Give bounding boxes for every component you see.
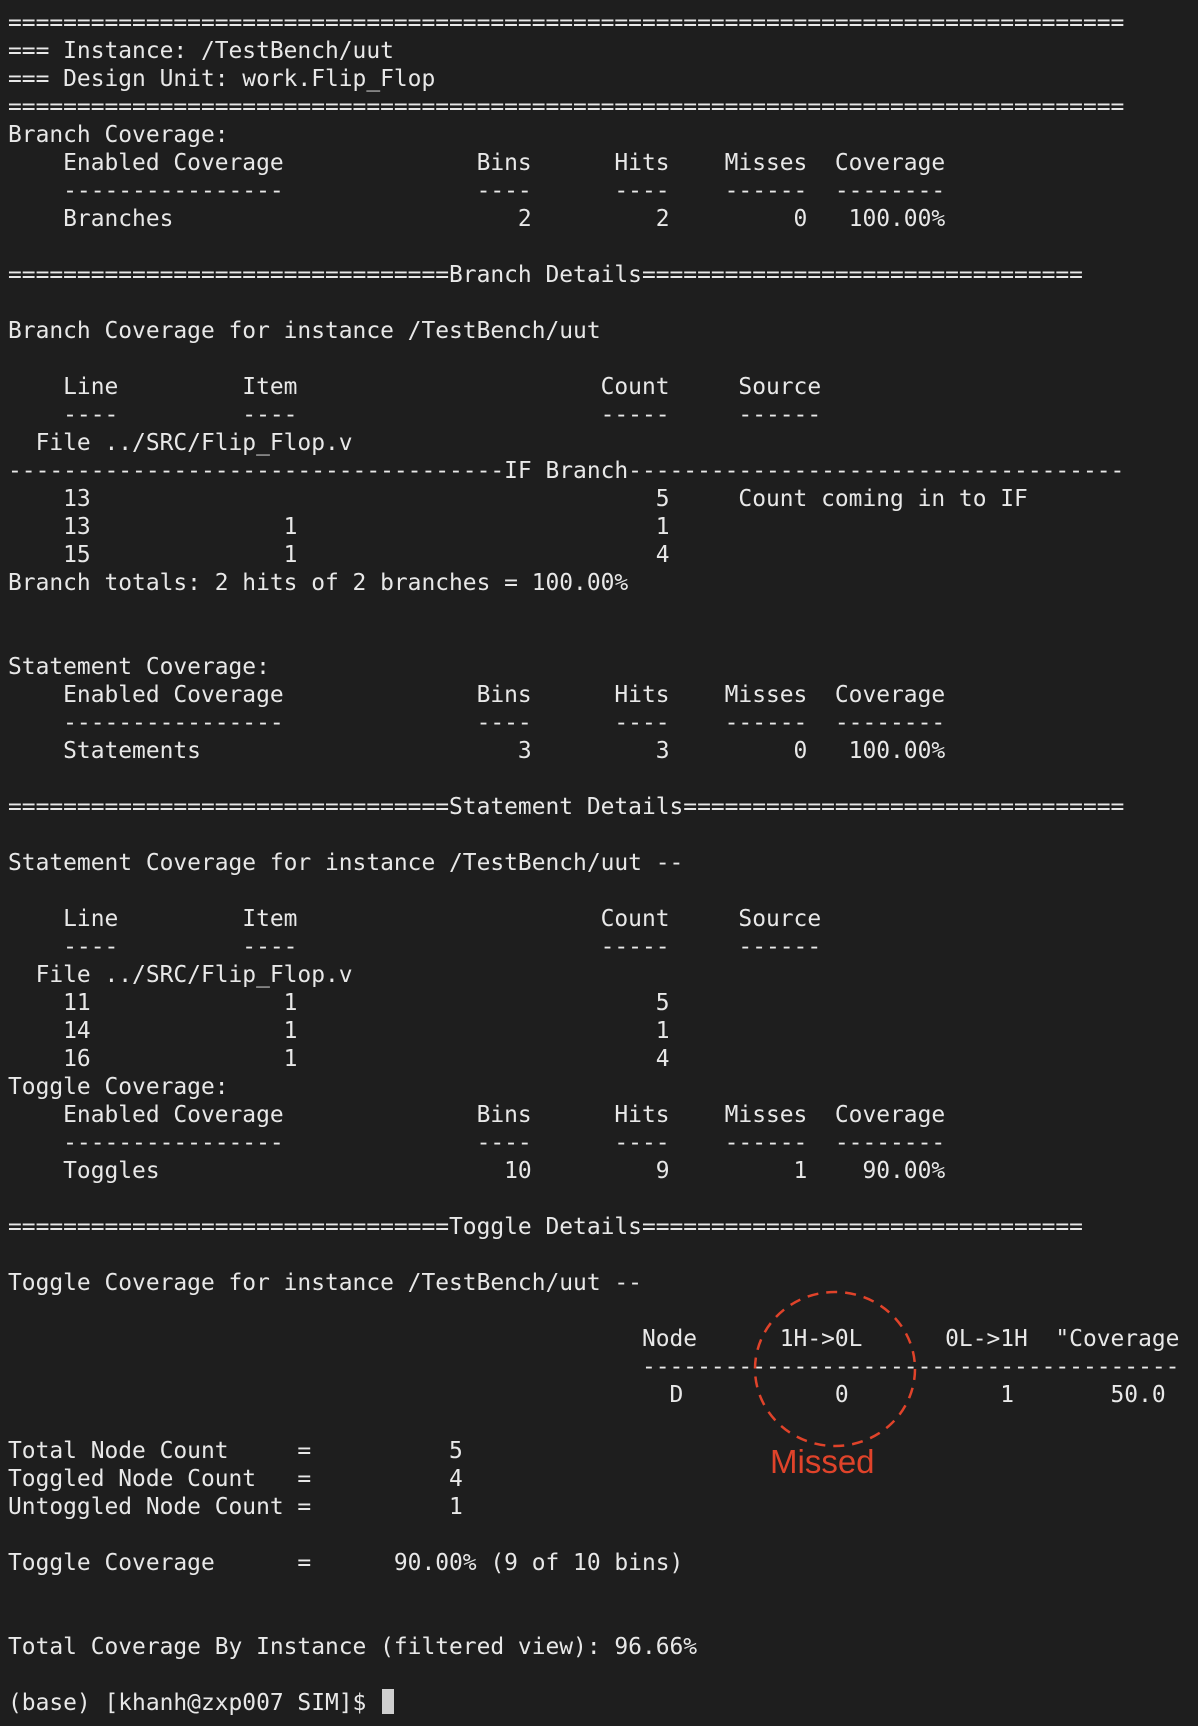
terminal-line: Toggle Coverage: [8,1074,229,1100]
terminal-line: Line Item Count Source [8,374,822,400]
terminal-line: ================================Toggle D… [8,1214,1083,1240]
terminal-line: (base) [khanh@zxp007 SIM]$ [8,1689,1198,1717]
terminal-line: Branch Coverage for instance /TestBench/… [8,318,601,344]
terminal-line: Toggle Coverage = 90.00% (9 of 10 bins) [8,1550,684,1576]
terminal-line: 13 5 Count coming in to IF [8,486,1028,512]
terminal-line: Enabled Coverage Bins Hits Misses Covera… [8,150,946,176]
terminal-line: Branches 2 2 0 100.00% [8,206,946,232]
terminal-line: ------------------------------------IF B… [8,458,1125,484]
terminal-line: ========================================… [8,10,1125,36]
terminal-line: ---- ---- ----- ------ [8,402,822,428]
terminal-line: ---------------- ---- ---- ------ ------… [8,178,946,204]
terminal-line: Untoggled Node Count = 1 [8,1494,463,1520]
terminal-line: Line Item Count Source [8,906,822,932]
terminal-line: Statement Coverage: [8,654,270,680]
terminal-line: 15 1 4 [8,542,670,568]
terminal-line: D 0 1 50.0 [8,1382,1166,1408]
terminal-line: Branch Coverage: [8,122,229,148]
terminal-output[interactable]: ========================================… [8,9,1198,1717]
missed-annotation-label: Missed [770,1443,875,1480]
terminal-line: 16 1 4 [8,1046,670,1072]
terminal-line: Toggled Node Count = 4 [8,1466,463,1492]
terminal-line: 13 1 1 [8,514,670,540]
terminal-line: === Instance: /TestBench/uut [8,38,394,64]
terminal-line: Node 1H->0L 0L->1H "Coverage [8,1326,1180,1352]
terminal-line: === Design Unit: work.Flip_Flop [8,66,436,92]
terminal-line: File ../SRC/Flip_Flop.v [8,430,353,456]
terminal-line: File ../SRC/Flip_Flop.v [8,962,353,988]
terminal-line: ================================Branch D… [8,262,1083,288]
terminal-line: Total Coverage By Instance (filtered vie… [8,1634,698,1660]
terminal-line: ---------------- ---- ---- ------ ------… [8,710,946,736]
terminal-line: ---------------- ---- ---- ------ ------… [8,1130,946,1156]
terminal-line: Enabled Coverage Bins Hits Misses Covera… [8,682,946,708]
terminal-line: Total Node Count = 5 [8,1438,463,1464]
terminal-line: Toggles 10 9 1 90.00% [8,1158,946,1184]
terminal-line: ========================================… [8,94,1125,120]
terminal-line: Toggle Coverage for instance /TestBench/… [8,1270,642,1296]
terminal-line: ================================Statemen… [8,794,1125,820]
terminal-line: 14 1 1 [8,1018,670,1044]
block-cursor-icon [382,1689,395,1714]
terminal-line: ---- ---- ----- ------ [8,934,822,960]
terminal-line: --------------------------------------- [8,1354,1180,1380]
terminal-line: Statement Coverage for instance /TestBen… [8,850,684,876]
terminal-line: Statements 3 3 0 100.00% [8,738,946,764]
terminal-line: Enabled Coverage Bins Hits Misses Covera… [8,1102,946,1128]
terminal-line: Branch totals: 2 hits of 2 branches = 10… [8,570,629,596]
terminal-line: 11 1 5 [8,990,670,1016]
